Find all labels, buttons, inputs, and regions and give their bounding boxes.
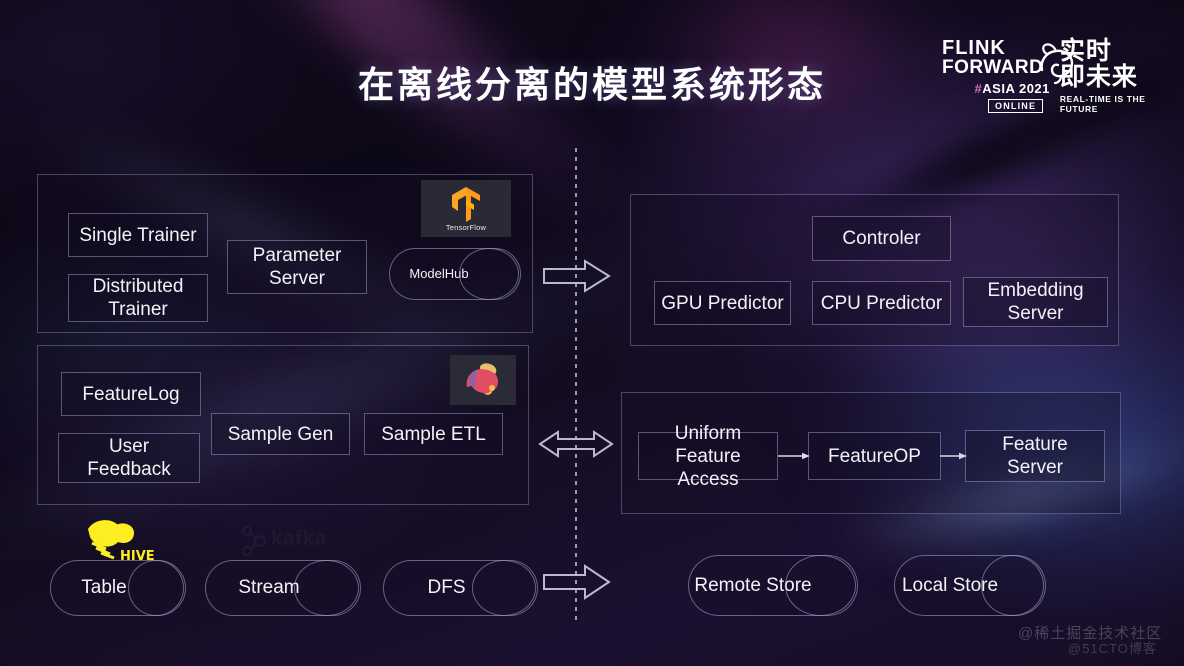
cylinder-dfs-label: DFS bbox=[427, 577, 466, 598]
cylinder-modelhub[interactable]: ModelHub bbox=[389, 248, 521, 300]
logo-wordmark: FLINK FORWARD #ASIA 2021 ONLINE bbox=[942, 38, 1074, 114]
cylinder-table-label: Table bbox=[81, 577, 127, 598]
node-feature-log[interactable]: FeatureLog bbox=[61, 372, 201, 416]
kafka-label: kafka bbox=[271, 528, 328, 550]
node-uniform-feature-access[interactable]: Uniform Feature Access bbox=[638, 423, 778, 490]
hive-logo-mark: HIVE bbox=[80, 515, 155, 565]
kafka-logo-mark: kafka bbox=[238, 525, 330, 557]
logo-tagline: REAL-TIME IS THE FUTURE bbox=[1059, 94, 1146, 114]
tensorflow-logo-tile: TensorFlow bbox=[421, 180, 511, 237]
arrow-bidirectional-middle-icon bbox=[538, 430, 614, 458]
cylinder-dfs[interactable]: DFS bbox=[383, 560, 538, 616]
tensorflow-icon bbox=[452, 186, 480, 222]
logo-online-badge: ONLINE bbox=[988, 99, 1044, 113]
cylinder-local-store[interactable]: Local Store bbox=[894, 555, 1046, 616]
node-feature-op[interactable]: FeatureOP bbox=[808, 432, 941, 480]
tensorflow-label: TensorFlow bbox=[445, 222, 487, 232]
flink-squirrel-outline-icon bbox=[1040, 43, 1074, 85]
cylinder-stream-label: Stream bbox=[238, 577, 300, 598]
node-embedding-server[interactable]: Embedding Server bbox=[963, 277, 1108, 327]
node-sample-etl[interactable]: Sample ETL bbox=[364, 413, 503, 455]
cylinder-end-cap bbox=[294, 560, 359, 616]
node-user-feedback[interactable]: User Feedback bbox=[58, 433, 200, 483]
node-single-trainer[interactable]: Single Trainer bbox=[68, 213, 208, 257]
node-parameter-server[interactable]: Parameter Server bbox=[227, 240, 367, 294]
cylinder-stream[interactable]: Stream bbox=[205, 560, 361, 616]
cylinder-remote-store[interactable]: Remote Store bbox=[688, 555, 858, 616]
cylinder-local-store-label: Local Store bbox=[901, 574, 999, 596]
hive-bee-icon: HIVE bbox=[88, 520, 155, 564]
node-sample-gen[interactable]: Sample Gen bbox=[211, 413, 350, 455]
watermark-secondary: @51CTO博客 bbox=[1068, 641, 1157, 656]
flink-squirrel-icon bbox=[466, 363, 499, 395]
node-controler[interactable]: Controler bbox=[812, 216, 951, 261]
offline-online-divider bbox=[575, 148, 577, 622]
cylinder-modelhub-label: ModelHub bbox=[409, 266, 469, 281]
cylinder-table[interactable]: Table bbox=[50, 560, 186, 616]
node-cpu-predictor[interactable]: CPU Predictor bbox=[812, 281, 951, 325]
cylinder-remote-store-label: Remote Store bbox=[694, 574, 812, 596]
slide-canvas: 在离线分离的模型系统形态 FLINK FORWARD #ASIA 2021 ON… bbox=[0, 0, 1184, 666]
cylinder-end-cap bbox=[127, 560, 184, 616]
arrow-ufa-to-featureop-icon bbox=[778, 452, 810, 460]
arrow-right-top-icon bbox=[543, 259, 611, 293]
arrow-right-bottom-icon bbox=[543, 564, 611, 600]
arrow-featureop-to-featureserver-icon bbox=[940, 452, 967, 460]
kafka-icon bbox=[241, 525, 267, 557]
flink-forward-logo: FLINK FORWARD #ASIA 2021 ONLINE 实时 即未来 R… bbox=[942, 34, 1174, 118]
apache-flink-logo-tile bbox=[450, 355, 516, 405]
node-feature-server[interactable]: Feature Server bbox=[965, 430, 1105, 482]
cylinder-end-cap bbox=[471, 560, 536, 616]
node-gpu-predictor[interactable]: GPU Predictor bbox=[654, 281, 791, 325]
node-distributed-trainer[interactable]: Distributed Trainer bbox=[68, 274, 208, 322]
